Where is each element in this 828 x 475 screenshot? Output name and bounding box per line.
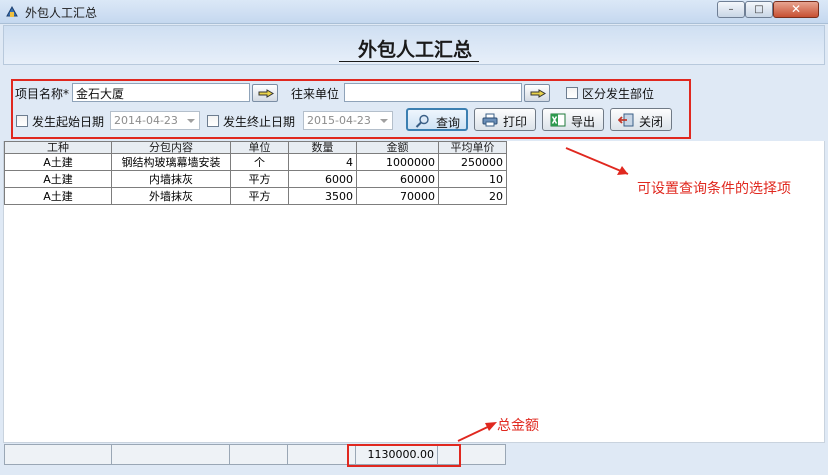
- end-date-picker[interactable]: 2015-04-23: [303, 111, 393, 130]
- cell-avg-price[interactable]: 20: [438, 187, 507, 205]
- end-date-checkbox[interactable]: [207, 115, 219, 127]
- column-header[interactable]: 单位: [230, 141, 289, 154]
- window-title: 外包人工汇总: [25, 6, 98, 20]
- cell-subcontract[interactable]: 钢结构玻璃幕墙安装: [111, 153, 231, 171]
- query-button[interactable]: 查询: [406, 108, 468, 131]
- chevron-down-icon: [380, 119, 388, 123]
- start-date-picker[interactable]: 2014-04-23: [110, 111, 200, 130]
- start-date-checkbox[interactable]: [16, 115, 28, 127]
- cell-avg-price[interactable]: 10: [438, 170, 507, 188]
- column-header[interactable]: 工种: [4, 141, 112, 154]
- column-header[interactable]: 分包内容: [111, 141, 231, 154]
- cell-subcontract[interactable]: 内墙抹灰: [111, 170, 231, 188]
- search-icon: [415, 114, 429, 128]
- printer-icon: [482, 113, 498, 127]
- summary-empty-cell: [437, 445, 505, 464]
- column-header[interactable]: 数量: [288, 141, 357, 154]
- summary-table: 工种 分包内容 单位 数量 金额 平均单价 A土建 钢结构玻璃幕墙安装 个 4 …: [4, 141, 507, 205]
- summary-row: 1130000.00: [4, 444, 506, 465]
- app-icon: [6, 5, 18, 17]
- table-row[interactable]: A土建 外墙抹灰 平方 3500 70000 20: [4, 187, 507, 205]
- exit-door-icon: [618, 113, 634, 127]
- page-header: 外包人工汇总: [3, 25, 825, 65]
- summary-empty-cell: [111, 445, 229, 464]
- partner-picker-button[interactable]: [524, 84, 550, 102]
- close-button-label: 关闭: [639, 115, 664, 129]
- minimize-button[interactable]: –: [717, 1, 745, 18]
- column-header[interactable]: 平均单价: [438, 141, 507, 154]
- summary-empty-cell: [287, 445, 355, 464]
- chevron-down-icon: [187, 119, 195, 123]
- end-date-value: 2015-04-23: [307, 114, 371, 127]
- title-underline: [339, 61, 479, 62]
- export-button[interactable]: 导出: [542, 108, 604, 131]
- cell-avg-price[interactable]: 250000: [438, 153, 507, 171]
- cell-quantity[interactable]: 3500: [288, 187, 357, 205]
- start-date-value: 2014-04-23: [114, 114, 178, 127]
- project-name-label: 项目名称*: [15, 87, 70, 101]
- summary-empty-cell: [229, 445, 287, 464]
- hand-pointer-icon: [258, 89, 274, 98]
- project-picker-button[interactable]: [252, 84, 278, 102]
- cell-trade[interactable]: A土建: [4, 170, 112, 188]
- maximize-button[interactable]: □: [745, 1, 773, 18]
- cell-amount[interactable]: 1000000: [356, 153, 439, 171]
- total-amount-value: 1130000.00: [355, 445, 437, 464]
- print-button[interactable]: 打印: [474, 108, 536, 131]
- project-name-input[interactable]: 金石大厦: [72, 83, 250, 102]
- table-row[interactable]: A土建 内墙抹灰 平方 6000 60000 10: [4, 170, 507, 188]
- total-annotation: 总金额: [497, 418, 539, 434]
- start-date-label: 发生起始日期: [32, 115, 105, 129]
- table-header-row: 工种 分包内容 单位 数量 金额 平均单价: [4, 141, 507, 154]
- window-titlebar: 外包人工汇总 – □ ✕: [0, 0, 828, 24]
- by-location-label: 区分发生部位: [582, 87, 655, 101]
- close-button[interactable]: 关闭: [610, 108, 672, 131]
- cell-unit[interactable]: 个: [230, 153, 289, 171]
- cell-unit[interactable]: 平方: [230, 170, 289, 188]
- partner-unit-label: 往来单位: [291, 87, 340, 101]
- page-title: 外包人工汇总: [357, 39, 472, 61]
- cell-quantity[interactable]: 4: [288, 153, 357, 171]
- query-button-label: 查询: [436, 116, 461, 130]
- close-window-button[interactable]: ✕: [773, 1, 819, 18]
- hand-pointer-icon: [530, 89, 546, 98]
- cell-amount[interactable]: 60000: [356, 170, 439, 188]
- export-button-label: 导出: [571, 115, 596, 129]
- cell-quantity[interactable]: 6000: [288, 170, 357, 188]
- print-button-label: 打印: [503, 115, 528, 129]
- column-header[interactable]: 金额: [356, 141, 439, 154]
- cell-unit[interactable]: 平方: [230, 187, 289, 205]
- cell-subcontract[interactable]: 外墙抹灰: [111, 187, 231, 205]
- partner-unit-input[interactable]: [344, 83, 522, 102]
- cell-trade[interactable]: A土建: [4, 187, 112, 205]
- cell-trade[interactable]: A土建: [4, 153, 112, 171]
- end-date-label: 发生终止日期: [223, 115, 296, 129]
- by-location-checkbox[interactable]: [566, 87, 578, 99]
- table-row[interactable]: A土建 钢结构玻璃幕墙安装 个 4 1000000 250000: [4, 153, 507, 171]
- cell-amount[interactable]: 70000: [356, 187, 439, 205]
- excel-icon: [550, 113, 566, 127]
- filter-annotation: 可设置查询条件的选择项: [637, 181, 791, 197]
